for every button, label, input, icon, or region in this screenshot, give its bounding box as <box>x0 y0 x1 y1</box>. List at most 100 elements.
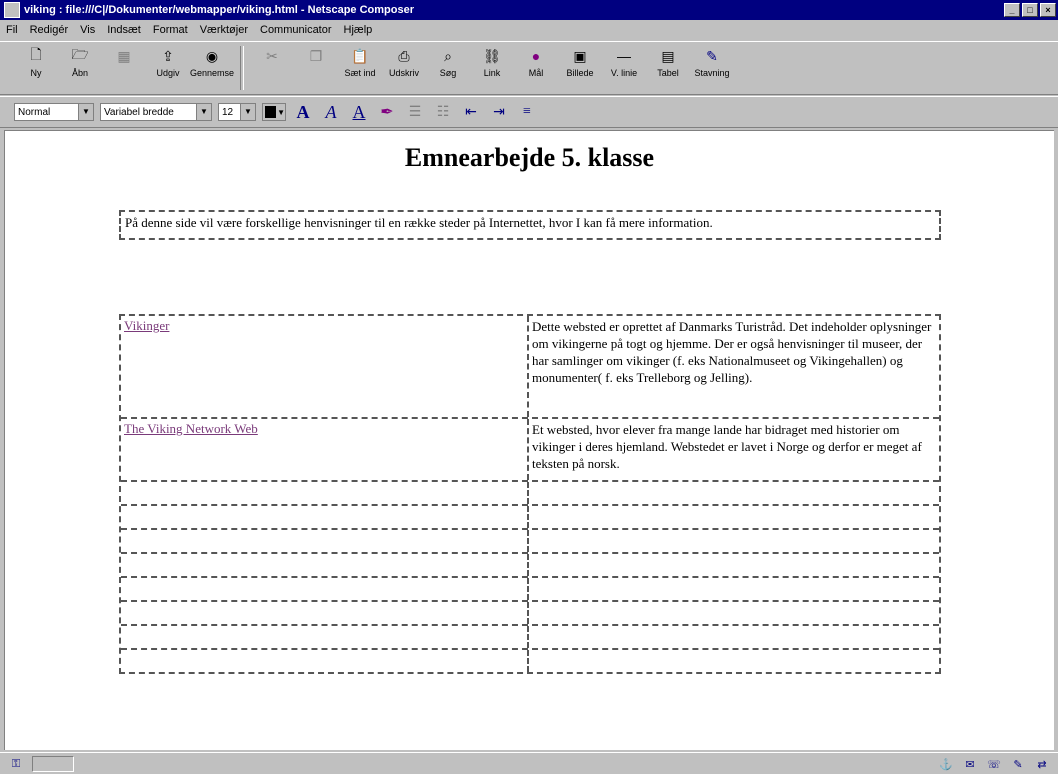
copy-button[interactable]: ❐ <box>294 46 338 68</box>
menu-bar: Fil Redigér Vis Indsæt Format Værktøjer … <box>0 20 1058 40</box>
table-row[interactable]: The Viking Network Web Et websted, hvor … <box>121 419 939 482</box>
intro-table[interactable]: På denne side vil være forskellige henvi… <box>119 210 941 240</box>
table-row[interactable] <box>121 626 939 650</box>
table-cell-description[interactable] <box>529 530 939 552</box>
color-swatch <box>265 106 277 118</box>
link-table[interactable]: Vikinger Dette websted er oprettet af Da… <box>119 314 941 674</box>
menu-edit[interactable]: Redigér <box>24 24 75 36</box>
chevron-down-icon: ▼ <box>196 104 211 120</box>
hline-button[interactable]: ― V. linie <box>602 46 646 78</box>
bold-button[interactable]: A <box>292 102 314 123</box>
table-row[interactable] <box>121 482 939 506</box>
new-document-icon: 🗋 <box>30 46 42 62</box>
underline-button[interactable]: A <box>348 102 370 123</box>
image-button[interactable]: ▣ Billede <box>558 46 602 79</box>
publish-icon: ⇪ <box>162 47 174 64</box>
menu-tools[interactable]: Værktøjer <box>194 24 254 36</box>
connection-icon[interactable]: ⇄ <box>1034 758 1050 771</box>
menu-communicator[interactable]: Communicator <box>254 24 338 36</box>
font-color-button[interactable]: ▼ <box>262 103 286 121</box>
table-cell-link[interactable] <box>121 506 529 528</box>
menu-view[interactable]: Vis <box>74 24 101 36</box>
save-button[interactable]: ▦ <box>102 46 146 68</box>
cut-button[interactable]: ✂ <box>250 46 294 68</box>
table-cell-description[interactable] <box>529 578 939 600</box>
target-button[interactable]: ● Mål <box>514 46 558 78</box>
table-cell-description[interactable]: Et websted, hvor elever fra mange lande … <box>529 419 939 480</box>
table-row[interactable]: Vikinger Dette websted er oprettet af Da… <box>121 316 939 419</box>
new-button[interactable]: 🗋 Ny <box>14 46 58 78</box>
chevron-down-icon: ▼ <box>240 104 255 120</box>
table-icon: ▤ <box>661 47 675 64</box>
numbered-list-button[interactable]: ☷ <box>432 104 454 121</box>
table-cell-link[interactable] <box>121 602 529 624</box>
table-cell-link[interactable] <box>121 626 529 648</box>
navigator-icon[interactable]: ⚓ <box>938 758 954 771</box>
publish-button[interactable]: ⇪ Udgiv <box>146 46 190 79</box>
search-icon: ⌕ <box>444 47 452 64</box>
preview-button[interactable]: ◉ Gennemse <box>190 46 234 79</box>
table-cell-description[interactable] <box>529 482 939 504</box>
table-cell-description[interactable]: Dette websted er oprettet af Danmarks Tu… <box>529 316 939 417</box>
mail-icon[interactable]: ✉ <box>962 758 978 771</box>
table-row[interactable] <box>121 554 939 578</box>
table-cell-description[interactable] <box>529 554 939 576</box>
window-title: viking : file:///C|/Dokumenter/webmapper… <box>24 4 414 16</box>
spelling-button[interactable]: ✎ Stavning <box>690 46 734 79</box>
table-cell-description[interactable] <box>529 650 939 672</box>
menu-insert[interactable]: Indsæt <box>101 24 147 36</box>
composer-icon[interactable]: ✎ <box>1010 758 1026 771</box>
table-cell-description[interactable] <box>529 602 939 624</box>
menu-format[interactable]: Format <box>147 24 194 36</box>
search-button[interactable]: ⌕ Søg <box>426 46 470 79</box>
table-cell-link[interactable] <box>121 530 529 552</box>
close-button[interactable]: × <box>1040 3 1056 17</box>
indent-button[interactable]: ⇥ <box>488 104 510 121</box>
toolbar-separator <box>240 46 244 90</box>
security-lock-icon[interactable]: ⚿ <box>8 758 24 770</box>
table-row[interactable] <box>121 650 939 672</box>
chevron-down-icon: ▼ <box>277 107 285 117</box>
clear-styles-button[interactable]: ✒ <box>376 102 398 122</box>
editor-area[interactable]: Emnearbejde 5. klasse På denne side vil … <box>4 130 1054 750</box>
table-cell-link[interactable] <box>121 650 529 672</box>
scissors-icon: ✂ <box>266 47 278 64</box>
clipboard-icon: 📋 <box>351 47 369 64</box>
chevron-down-icon: ▼ <box>78 104 93 120</box>
preview-icon: ◉ <box>205 47 219 64</box>
link-button[interactable]: ⛓ Link <box>470 46 514 79</box>
menu-file[interactable]: Fil <box>0 24 24 36</box>
table-cell-description[interactable] <box>529 626 939 648</box>
italic-button[interactable]: A <box>320 102 342 123</box>
table-cell-description[interactable] <box>529 506 939 528</box>
viking-network-link[interactable]: The Viking Network Web <box>124 421 258 436</box>
paste-button[interactable]: 📋 Sæt ind <box>338 46 382 79</box>
font-select[interactable]: Variabel bredde ▼ <box>100 103 212 121</box>
outdent-button[interactable]: ⇤ <box>460 104 482 121</box>
open-button[interactable]: 🗁 Åbn <box>58 46 102 78</box>
print-button[interactable]: ⎙ Udskriv <box>382 46 426 79</box>
vikinger-link[interactable]: Vikinger <box>124 318 169 333</box>
table-button[interactable]: ▤ Tabel <box>646 46 690 79</box>
table-cell-link[interactable] <box>121 482 529 504</box>
table-row[interactable] <box>121 506 939 530</box>
table-cell-link[interactable]: The Viking Network Web <box>121 419 529 480</box>
table-cell-link[interactable]: Vikinger <box>121 316 529 417</box>
discussion-icon[interactable]: ☏ <box>986 758 1002 771</box>
bullet-list-button[interactable]: ☰ <box>404 104 426 121</box>
paragraph-style-select[interactable]: Normal ▼ <box>14 103 94 121</box>
font-size-select[interactable]: 12 ▼ <box>218 103 256 121</box>
spelling-icon: ✎ <box>706 47 718 64</box>
minimize-button[interactable]: _ <box>1004 3 1020 17</box>
align-button[interactable]: ≡ <box>516 104 538 120</box>
menu-help[interactable]: Hjælp <box>338 24 379 36</box>
table-row[interactable] <box>121 578 939 602</box>
maximize-button[interactable]: □ <box>1022 3 1038 17</box>
table-cell-link[interactable] <box>121 554 529 576</box>
horizontal-line-icon: ― <box>617 48 631 64</box>
table-row[interactable] <box>121 602 939 626</box>
open-folder-icon: 🗁 <box>71 46 89 62</box>
status-bar: ⚿ ⚓ ✉ ☏ ✎ ⇄ <box>0 752 1058 774</box>
table-cell-link[interactable] <box>121 578 529 600</box>
table-row[interactable] <box>121 530 939 554</box>
